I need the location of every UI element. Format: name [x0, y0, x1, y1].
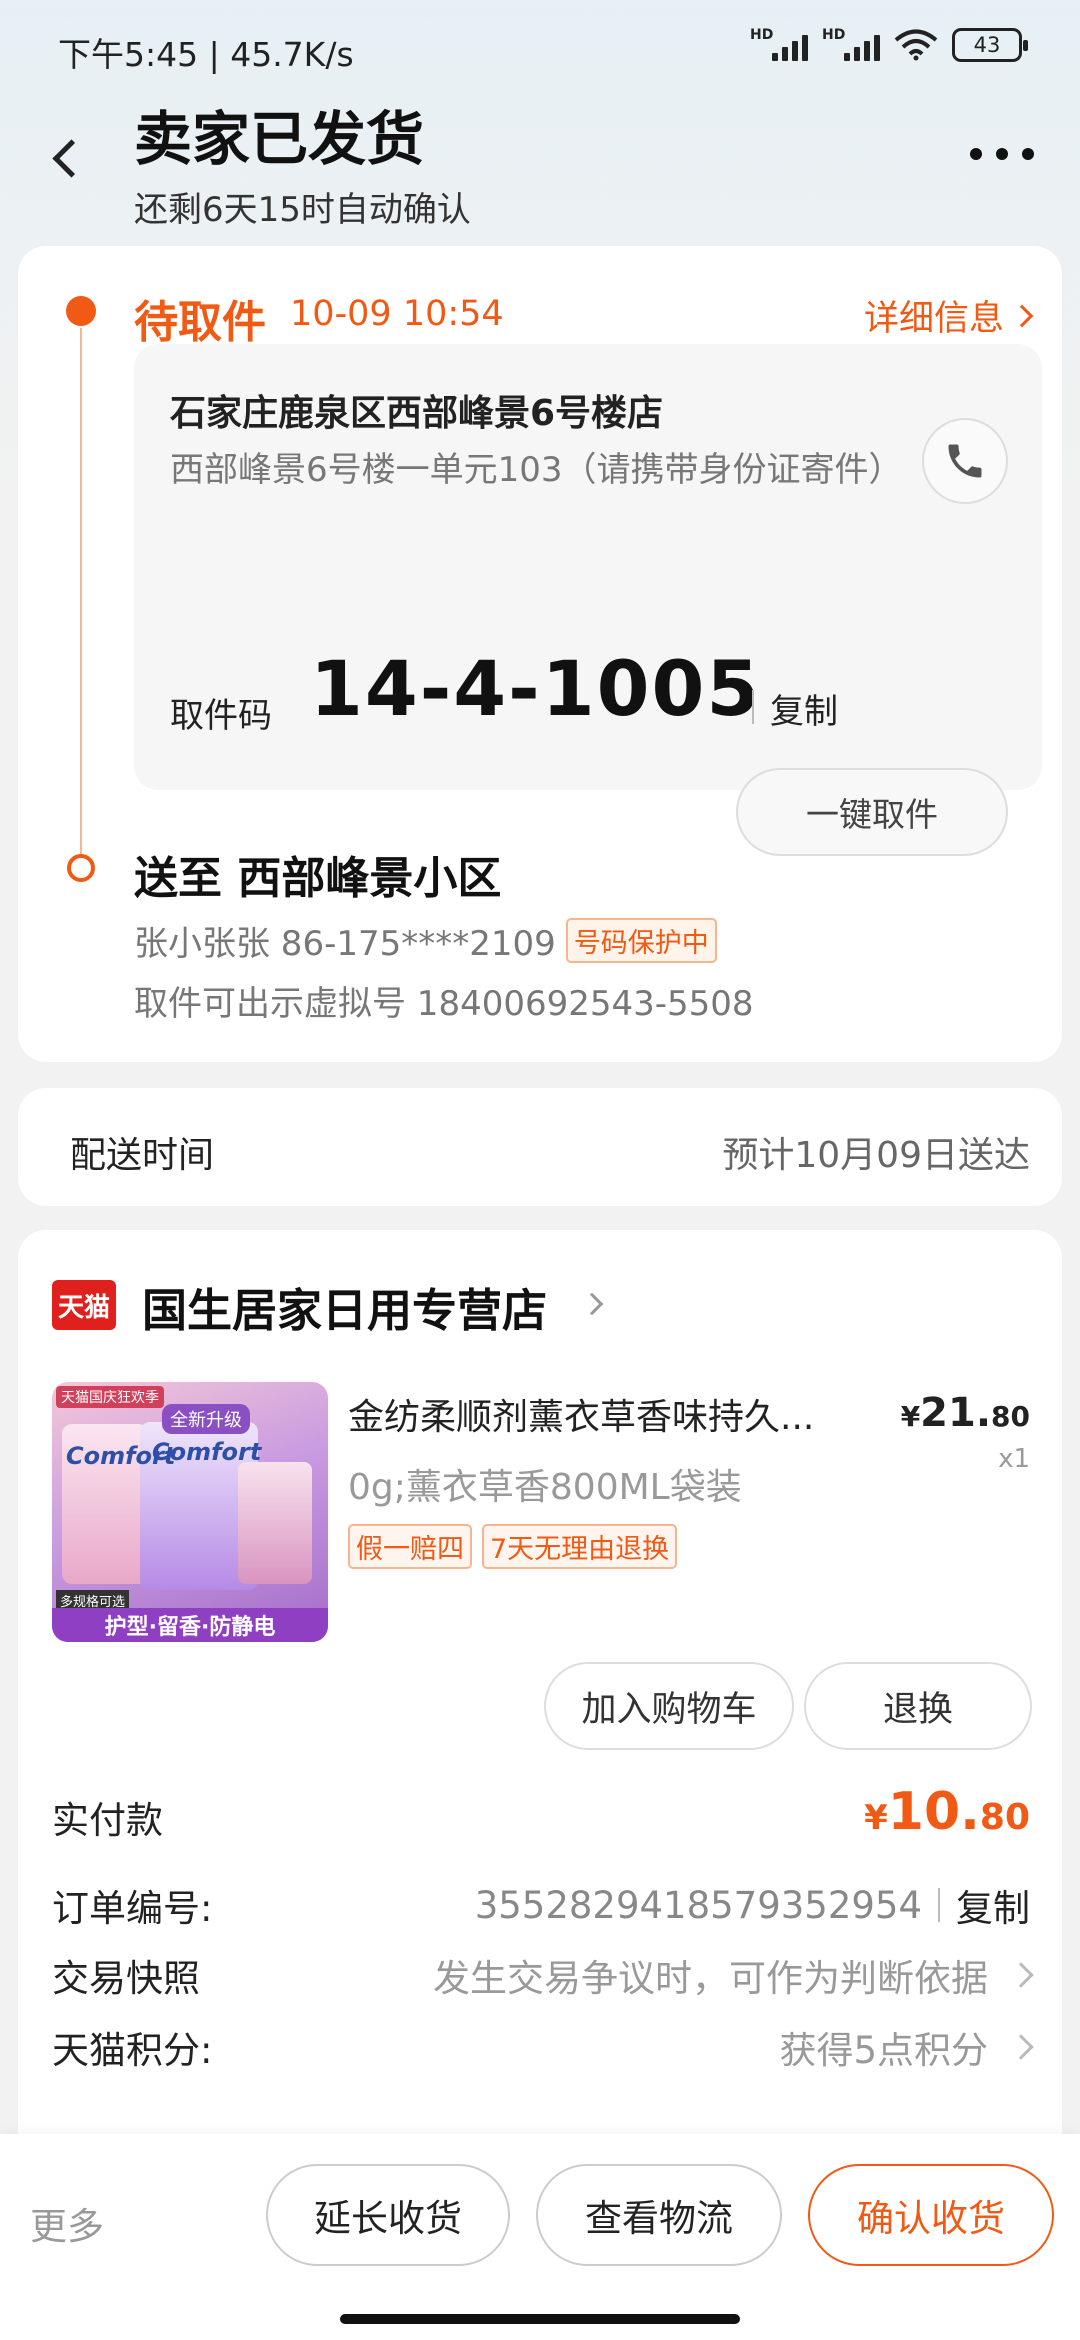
- page-title: 卖家已发货: [134, 105, 425, 173]
- back-icon[interactable]: [44, 135, 84, 185]
- product-tag: 7天无理由退换: [482, 1524, 678, 1569]
- contact-text: 张小张张 86-175****2109: [134, 924, 556, 964]
- pickup-store-address: 西部峰景6号楼一单元103（请携带身份证寄件）: [170, 450, 903, 490]
- product-spec: 0g;薰衣草香800ML袋装: [348, 1467, 742, 1508]
- snapshot-link[interactable]: 发生交易争议时，可作为判断依据: [433, 1948, 1034, 2002]
- chevron-right-icon: [1008, 2034, 1034, 2060]
- status-icons: HD HD 43: [750, 27, 1028, 62]
- signal-icon: HD: [750, 27, 808, 61]
- destination-title: 送至 西部峰景小区: [134, 853, 502, 904]
- shop-name-link[interactable]: 国生居家日用专营店: [142, 1274, 547, 1339]
- points-value: 获得5点积分: [779, 2029, 988, 2072]
- phone-icon: [948, 444, 982, 478]
- phone-button[interactable]: [922, 418, 1008, 504]
- detail-info-label: 详细信息: [863, 299, 1004, 339]
- wifi-icon: [894, 29, 938, 61]
- pickup-code: 14-4-1005: [310, 644, 762, 733]
- divider: [752, 690, 754, 724]
- home-indicator[interactable]: [340, 2314, 740, 2324]
- virtual-number: 取件可出示虚拟号 18400692543-5508: [134, 984, 754, 1024]
- product-image[interactable]: 天猫国庆狂欢季 全新升级 Comfort Comfort 多规格可选 护型·留香…: [52, 1382, 328, 1642]
- number-protect-badge: 号码保护中: [565, 918, 717, 963]
- snapshot-value: 发生交易争议时，可作为判断依据: [433, 1957, 988, 2000]
- order-number: 3552829418579352954: [474, 1883, 922, 1927]
- more-button[interactable]: 更多: [30, 2196, 104, 2250]
- return-exchange-button[interactable]: 退换: [804, 1662, 1032, 1750]
- timeline-dot-destination: [67, 854, 95, 882]
- battery-level: 43: [973, 33, 1001, 57]
- points-link[interactable]: 获得5点积分: [779, 2020, 1034, 2074]
- timeline-dot-active: [66, 296, 96, 326]
- more-options-icon[interactable]: [970, 148, 1034, 160]
- battery-icon: 43: [952, 28, 1028, 62]
- product-tags: 假一赔四 7天无理由退换: [348, 1524, 678, 1569]
- copy-code-button[interactable]: 复制: [770, 684, 838, 733]
- order-number-label: 订单编号:: [52, 1887, 213, 1930]
- delivery-time-label: 配送时间: [70, 1135, 215, 1176]
- status-time: 下午5:45 | 45.7K/s: [58, 35, 354, 74]
- signal-icon-2: HD: [822, 27, 880, 61]
- chevron-right-icon: [1008, 1962, 1034, 1988]
- divider: [938, 1888, 940, 1922]
- points-label: 天猫积分:: [52, 2029, 213, 2072]
- pickup-status: 待取件: [134, 297, 266, 348]
- logistics-card: 待取件 10-09 10:54 详细信息 石家庄鹿泉区西部峰景6号楼店 西部峰景…: [18, 246, 1062, 1062]
- copy-order-number-button[interactable]: 复制: [956, 1878, 1030, 1932]
- page-subtitle: 还剩6天15时自动确认: [134, 190, 471, 230]
- one-key-pickup-button[interactable]: 一键取件: [736, 768, 1008, 856]
- pickup-code-label: 取件码: [170, 696, 272, 736]
- extend-receipt-button[interactable]: 延长收货: [266, 2164, 510, 2266]
- delivery-time-card: 配送时间 预计10月09日送达: [18, 1088, 1062, 1206]
- product-quantity: x1: [998, 1444, 1030, 1474]
- product-tag: 假一赔四: [348, 1524, 472, 1569]
- status-bar: 下午5:45 | 45.7K/s HD HD 43: [0, 0, 1080, 90]
- pickup-box: 石家庄鹿泉区西部峰景6号楼店 西部峰景6号楼一单元103（请携带身份证寄件） 取…: [134, 344, 1042, 856]
- add-to-cart-button[interactable]: 加入购物车: [544, 1662, 794, 1750]
- view-logistics-button[interactable]: 查看物流: [536, 2164, 782, 2266]
- detail-info-link[interactable]: 详细信息: [863, 290, 1034, 341]
- pickup-store-name: 石家庄鹿泉区西部峰景6号楼店: [170, 393, 664, 434]
- paid-amount: ¥10.80: [864, 1782, 1030, 1842]
- tmall-logo: 天猫: [52, 1280, 116, 1330]
- chevron-right-icon: [1010, 304, 1034, 327]
- product-price: ¥21.80: [900, 1390, 1030, 1436]
- order-number-row: 3552829418579352954 复制: [475, 1878, 1030, 1932]
- pickup-time: 10-09 10:54: [290, 294, 504, 334]
- paid-label: 实付款: [52, 1799, 163, 1842]
- snapshot-label: 交易快照: [52, 1957, 200, 2000]
- delivery-time-value: 预计10月09日送达: [722, 1135, 1030, 1176]
- chevron-right-icon: [580, 1292, 604, 1316]
- bottom-action-bar: 更多 延长收货 查看物流 确认收货: [0, 2134, 1080, 2340]
- product-title[interactable]: 金纺柔顺剂薰衣草香味持久...: [348, 1388, 908, 1440]
- contact-info: 张小张张 86-175****2109 号码保护中: [134, 916, 717, 965]
- timeline-line: [80, 328, 82, 868]
- confirm-receipt-button[interactable]: 确认收货: [808, 2164, 1054, 2266]
